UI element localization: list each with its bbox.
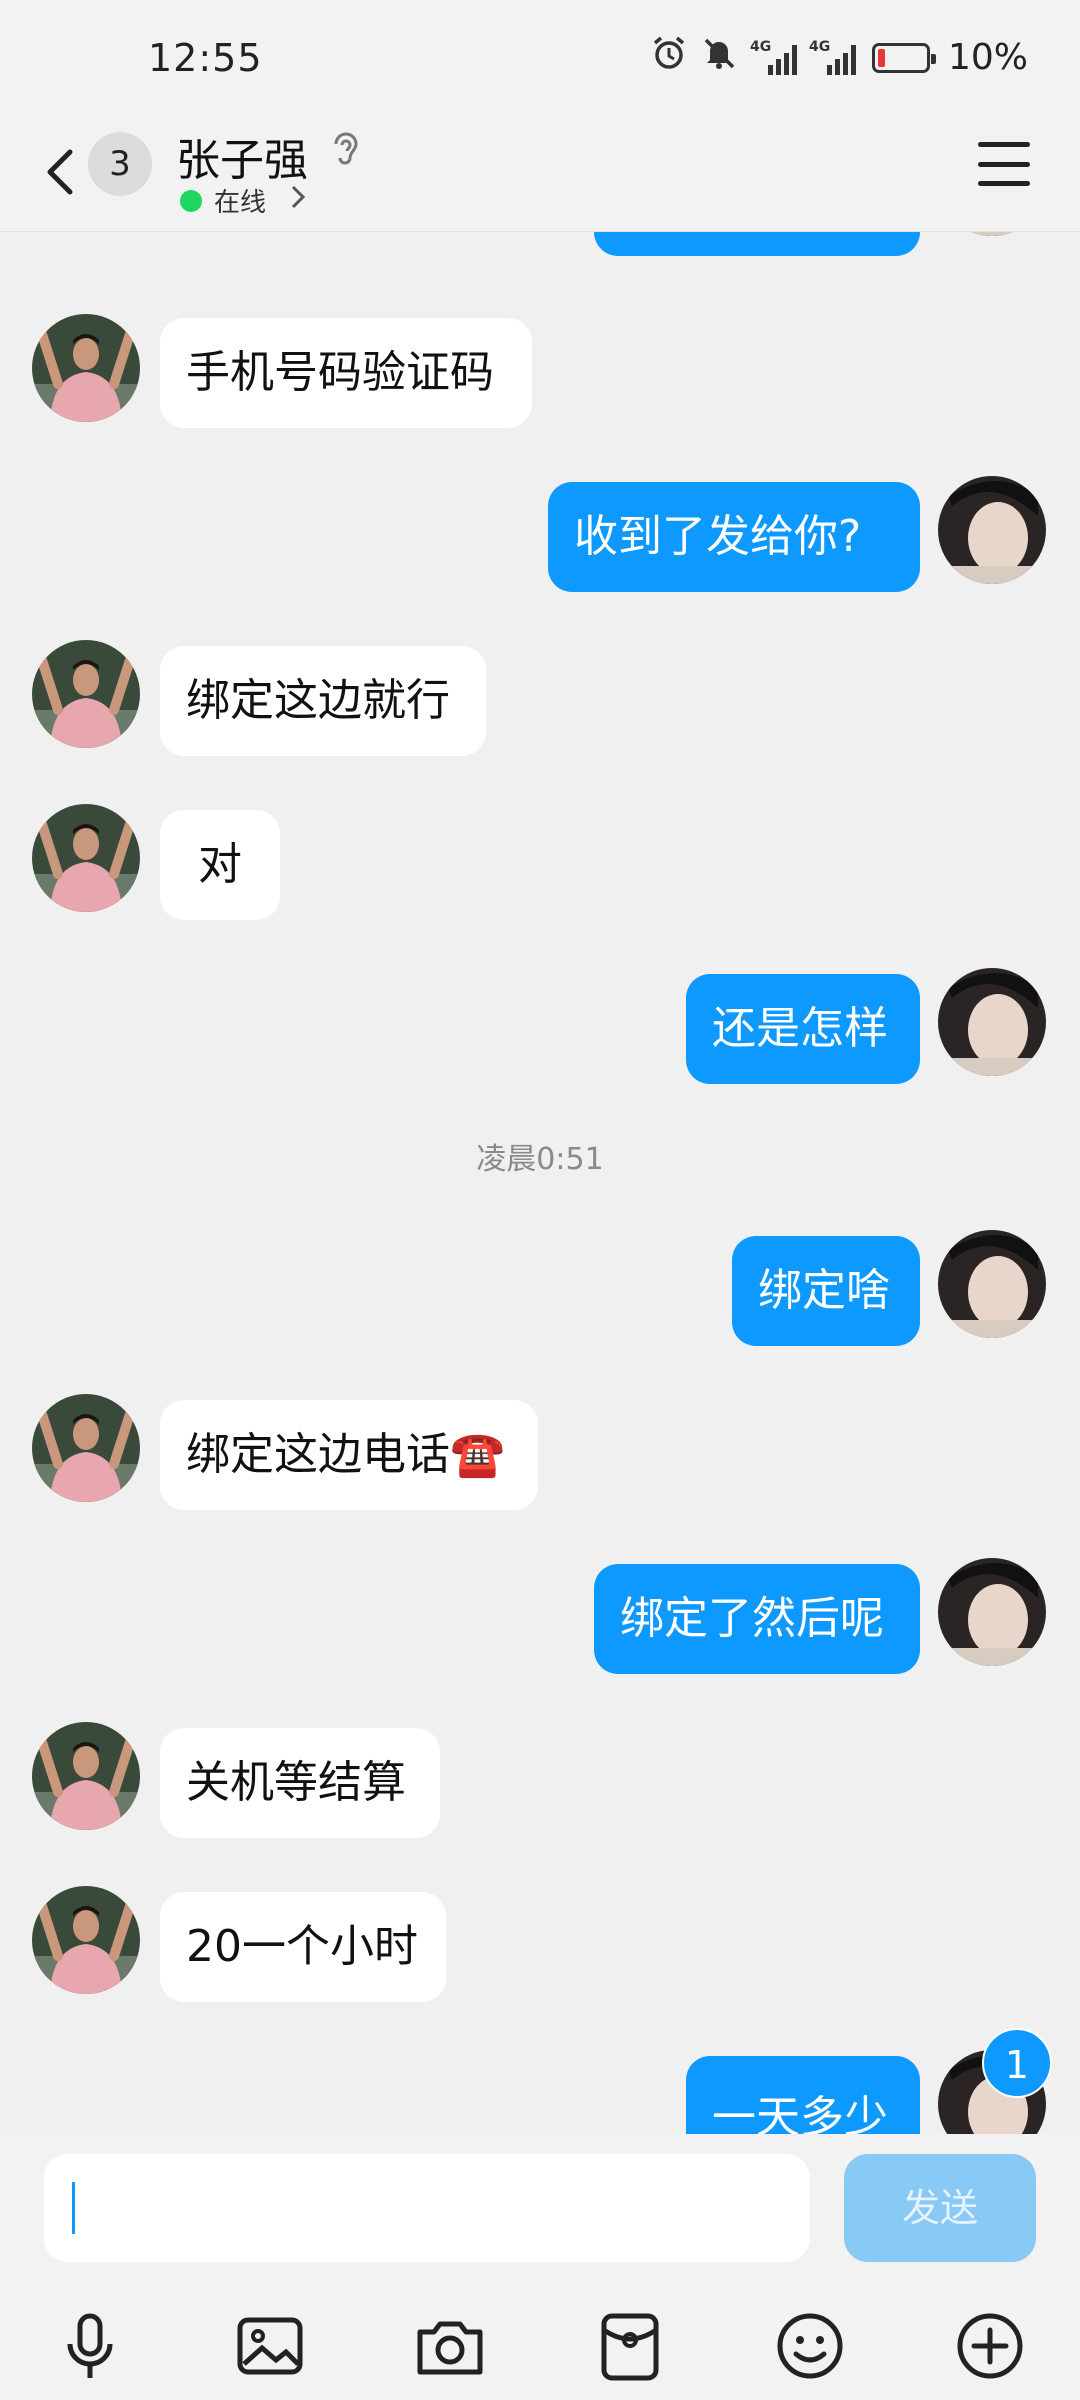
red-packet-icon[interactable] [590,2306,670,2386]
status-time: 12:55 [148,36,263,80]
online-status[interactable]: 在线 [180,182,306,219]
message-bubble-incoming[interactable]: 关机等结算 [160,1728,440,1838]
message-bubble-outgoing[interactable]: 收到了发给你? [548,482,920,592]
signal-type-label: 4G [749,38,772,55]
input-toolbar [0,2294,1080,2394]
status-icons: 4G 4G 10% [650,34,1028,81]
message-bubble-outgoing[interactable]: 一天多少 [686,2056,920,2134]
avatar-self[interactable] [938,1230,1046,1338]
message-bubble-incoming[interactable]: 20一个小时 [160,1892,446,2002]
signal-type-label: 4G [808,38,831,55]
alarm-icon [650,34,688,81]
microphone-icon[interactable] [50,2306,130,2386]
back-button[interactable] [34,132,84,212]
message-list[interactable]: 手机号码验证码 收到了发给你? 绑定这边就行 对 还是怎样 凌晨0:51 绑定啥… [0,232,1080,2134]
chat-header: 3 张子强 在线 [0,110,1080,232]
mute-icon [700,34,738,81]
avatar-self[interactable] [938,1558,1046,1666]
avatar-contact[interactable] [32,804,140,912]
menu-icon-line [978,181,1030,186]
signal-icon: 4G [749,38,797,75]
unread-count-badge[interactable]: 3 [88,132,152,196]
plus-icon[interactable] [950,2306,1030,2386]
avatar-contact[interactable] [32,1722,140,1830]
timestamp-divider: 凌晨0:51 [476,1142,604,1177]
contact-name[interactable]: 张子强 [176,124,308,188]
online-status-label: 在线 [214,188,267,218]
message-bubble-incoming[interactable]: 绑定这边电话☎️ [160,1400,538,1510]
menu-icon-line [978,161,1030,167]
message-bubble-outgoing[interactable]: 绑定了然后呢 [594,1564,920,1674]
avatar-contact[interactable] [32,1886,140,1994]
message-bubble-outgoing[interactable]: 绑定啥 [732,1236,920,1346]
status-bar: 12:55 4G 4G 10% [0,0,1080,110]
camera-icon[interactable] [410,2306,490,2386]
menu-button[interactable] [978,142,1030,186]
new-message-badge[interactable]: 1 [982,2028,1052,2098]
text-cursor [72,2182,75,2234]
chevron-right-icon [290,183,306,218]
image-icon[interactable] [230,2306,310,2386]
avatar-contact[interactable] [32,314,140,422]
chevron-left-icon [47,149,73,195]
send-button[interactable]: 发送 [844,2154,1036,2262]
message-bubble-incoming[interactable]: 对 [160,810,280,920]
input-bar: 发送 [0,2134,1080,2400]
avatar-contact[interactable] [32,640,140,748]
ear-icon[interactable] [328,128,362,177]
message-bubble-incoming[interactable]: 手机号码验证码 [160,318,532,428]
message-bubble-incoming[interactable]: 绑定这边就行 [160,646,486,756]
avatar-self[interactable] [938,232,1046,236]
menu-icon-line [978,142,1030,147]
signal-icon: 4G [808,38,856,75]
avatar-self[interactable] [938,968,1046,1076]
message-bubble-outgoing[interactable] [594,232,920,256]
battery-percent: 10% [947,37,1028,78]
avatar-contact[interactable] [32,1394,140,1502]
battery-icon [871,42,936,73]
message-input[interactable] [44,2154,810,2262]
online-dot-icon [180,189,202,212]
avatar-self[interactable] [938,476,1046,584]
emoji-icon[interactable] [770,2306,850,2386]
message-bubble-outgoing[interactable]: 还是怎样 [686,974,920,1084]
